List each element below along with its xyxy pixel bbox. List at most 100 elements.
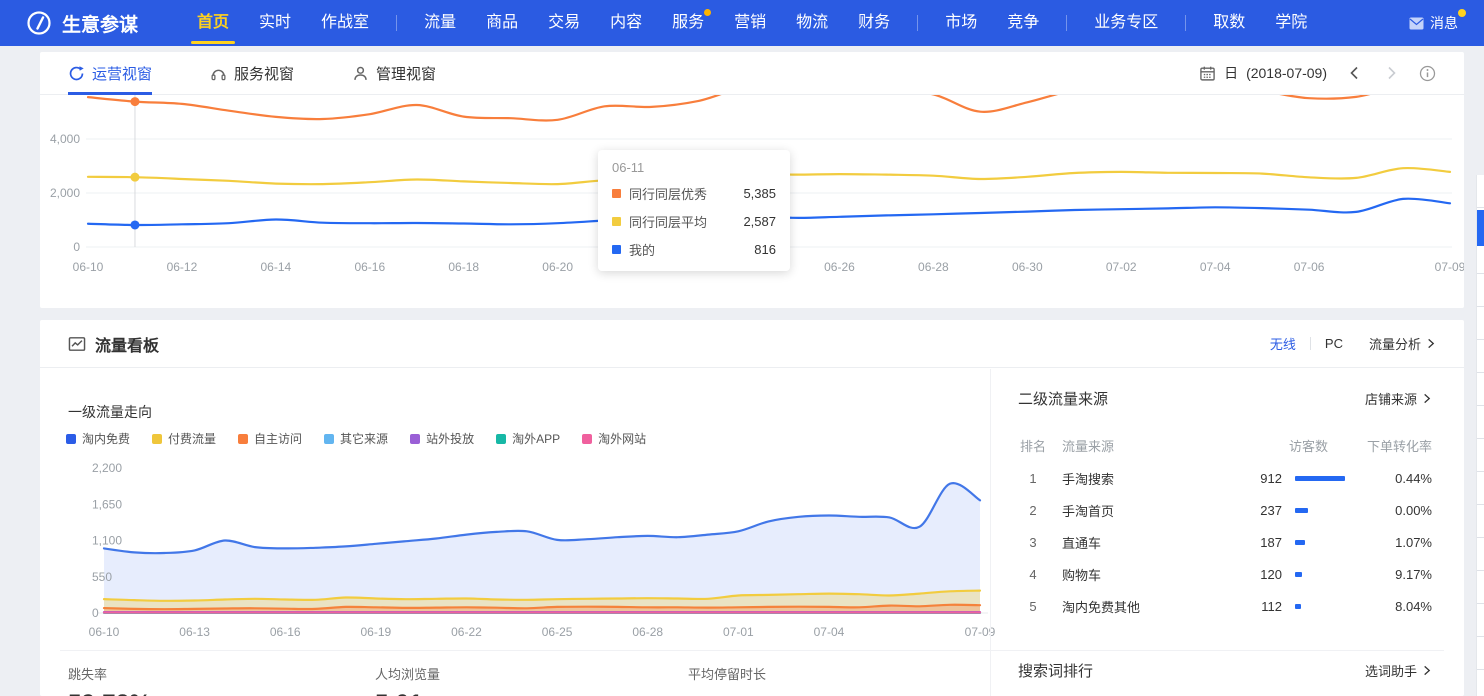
- traffic-board-card: 流量看板 无线 PC 流量分析 一级流量走向 淘内免费 付费流量 自主访问 其它来源 站…: [40, 320, 1464, 696]
- nav-item-实时[interactable]: 实时: [259, 0, 291, 46]
- next-day-button[interactable]: [1383, 65, 1399, 81]
- calendar-icon: [1199, 65, 1216, 82]
- svg-text:06-28: 06-28: [918, 260, 949, 274]
- svg-text:1,650: 1,650: [92, 497, 122, 511]
- divider: [1310, 337, 1311, 350]
- divider: [60, 650, 1444, 651]
- mode-wireless[interactable]: 无线: [1270, 334, 1296, 353]
- compass-logo-icon: [26, 10, 52, 36]
- source-row-淘内免费其他[interactable]: 5淘内免费其他1128.04%: [1018, 590, 1432, 622]
- chart-tooltip: 06-11 同行同层优秀5,385同行同层平均2,587我的816: [598, 150, 790, 271]
- svg-text:2,000: 2,000: [50, 186, 80, 200]
- date-picker[interactable]: 日 (2018-07-09): [1199, 63, 1327, 83]
- nav-item-财务[interactable]: 财务: [858, 0, 890, 46]
- nav-divider: [1066, 15, 1067, 31]
- svg-text:06-10: 06-10: [73, 260, 104, 274]
- svg-text:06-14: 06-14: [261, 260, 292, 274]
- tooltip-row: 我的816: [612, 240, 776, 259]
- svg-text:2,200: 2,200: [92, 461, 122, 475]
- operations-window-card: 运营视窗 服务视窗 管理视窗 日 (2018-07-09): [40, 52, 1464, 308]
- sources-column-headers: 排名 流量来源 访客数 下单转化率: [1018, 436, 1432, 455]
- legend-item-淘外APP[interactable]: 淘外APP: [496, 430, 560, 447]
- tooltip-row: 同行同层平均2,587: [612, 212, 776, 231]
- source-row-购物车[interactable]: 4购物车1209.17%: [1018, 558, 1432, 590]
- svg-text:06-19: 06-19: [361, 625, 392, 639]
- search-rank-title: 搜索词排行: [1018, 660, 1093, 681]
- window-tabbar: 运营视窗 服务视窗 管理视窗 日 (2018-07-09): [40, 52, 1464, 95]
- prev-day-button[interactable]: [1347, 65, 1363, 81]
- date-value: (2018-07-09): [1246, 65, 1327, 81]
- nav-item-学院[interactable]: 学院: [1275, 0, 1307, 46]
- source-row-手淘搜索[interactable]: 1手淘搜索9120.44%: [1018, 462, 1432, 494]
- notification-dot: [1458, 9, 1466, 17]
- source-row-手淘首页[interactable]: 2手淘首页2370.00%: [1018, 494, 1432, 526]
- svg-text:4,000: 4,000: [50, 132, 80, 146]
- info-icon[interactable]: [1419, 65, 1436, 82]
- traffic-board-controls: 无线 PC 流量分析: [1270, 334, 1436, 353]
- traffic-area-chart[interactable]: 05501,1001,6502,20006-1006-1306-1606-190…: [68, 456, 1028, 648]
- stat-人均浏览量: 人均浏览量5.01: [375, 664, 440, 696]
- traffic-board-title: 流量看板: [68, 332, 159, 356]
- chevron-right-icon: [1421, 665, 1432, 676]
- nav-item-作战室[interactable]: 作战室: [321, 0, 369, 46]
- svg-text:06-22: 06-22: [451, 625, 482, 639]
- word-helper-link[interactable]: 选词助手: [1365, 661, 1432, 680]
- nav-divider: [396, 15, 397, 31]
- user-icon: [352, 65, 369, 82]
- svg-text:06-25: 06-25: [542, 625, 573, 639]
- brand[interactable]: 生意参谋: [26, 10, 138, 37]
- right-scroll-rail[interactable]: [1476, 175, 1484, 696]
- shop-sources-link[interactable]: 店铺来源: [1365, 389, 1432, 408]
- svg-text:06-18: 06-18: [448, 260, 479, 274]
- nav-item-业务专区[interactable]: 业务专区: [1094, 0, 1158, 46]
- nav-item-取数[interactable]: 取数: [1213, 0, 1245, 46]
- svg-text:06-16: 06-16: [354, 260, 385, 274]
- nav-item-商品[interactable]: 商品: [486, 0, 518, 46]
- refresh-icon: [68, 65, 85, 82]
- message-button[interactable]: 消息: [1409, 13, 1458, 33]
- tab-服务视窗[interactable]: 服务视窗: [210, 52, 294, 95]
- date-granularity: 日: [1224, 63, 1238, 83]
- tab-管理视窗[interactable]: 管理视窗: [352, 52, 436, 95]
- legend-item-淘外网站[interactable]: 淘外网站: [582, 430, 646, 447]
- legend-item-站外投放[interactable]: 站外投放: [410, 430, 474, 447]
- svg-text:07-06: 07-06: [1294, 260, 1325, 274]
- trend-title: 一级流量走向: [68, 402, 152, 422]
- stat-跳失率: 跳失率59.72%: [68, 664, 151, 696]
- headset-icon: [210, 65, 227, 82]
- legend-item-其它来源[interactable]: 其它来源: [324, 430, 388, 447]
- tab-运营视窗[interactable]: 运营视窗: [68, 52, 152, 95]
- nav-item-物流[interactable]: 物流: [796, 0, 828, 46]
- nav-item-首页[interactable]: 首页: [197, 0, 229, 46]
- top-nav: 生意参谋 首页实时作战室 流量商品交易内容服务营销物流财务 市场竞争 业务专区 取数学院…: [0, 0, 1484, 46]
- date-controls: 日 (2018-07-09): [1199, 63, 1436, 83]
- chart-legend: 淘内免费 付费流量 自主访问 其它来源 站外投放 淘外APP 淘外网站: [66, 430, 646, 447]
- nav-item-交易[interactable]: 交易: [548, 0, 580, 46]
- nav-item-竞争[interactable]: 竞争: [1007, 0, 1039, 46]
- nav-item-服务[interactable]: 服务: [672, 0, 704, 46]
- svg-text:06-28: 06-28: [632, 625, 663, 639]
- svg-text:0: 0: [92, 606, 99, 620]
- line-chart-icon: [68, 335, 86, 353]
- nav-item-营销[interactable]: 营销: [734, 0, 766, 46]
- legend-item-淘内免费[interactable]: 淘内免费: [66, 430, 130, 447]
- nav-divider: [1185, 15, 1186, 31]
- svg-text:06-12: 06-12: [167, 260, 198, 274]
- mode-pc[interactable]: PC: [1325, 336, 1343, 351]
- scroll-thumb[interactable]: [1477, 210, 1484, 246]
- source-row-直通车[interactable]: 3直通车1871.07%: [1018, 526, 1432, 558]
- envelope-icon: [1409, 17, 1424, 30]
- svg-text:06-20: 06-20: [542, 260, 573, 274]
- svg-text:06-30: 06-30: [1012, 260, 1043, 274]
- legend-item-自主访问[interactable]: 自主访问: [238, 430, 302, 447]
- svg-text:1,100: 1,100: [92, 534, 122, 548]
- nav-menu: 首页实时作战室 流量商品交易内容服务营销物流财务 市场竞争 业务专区 取数学院: [182, 0, 1322, 46]
- legend-item-付费流量[interactable]: 付费流量: [152, 430, 216, 447]
- divider: [990, 369, 991, 696]
- traffic-analysis-link[interactable]: 流量分析: [1369, 334, 1436, 353]
- nav-item-市场[interactable]: 市场: [945, 0, 977, 46]
- chevron-right-icon: [1425, 338, 1436, 349]
- nav-item-流量[interactable]: 流量: [424, 0, 456, 46]
- nav-item-内容[interactable]: 内容: [610, 0, 642, 46]
- sources-title: 二级流量来源: [1018, 388, 1108, 409]
